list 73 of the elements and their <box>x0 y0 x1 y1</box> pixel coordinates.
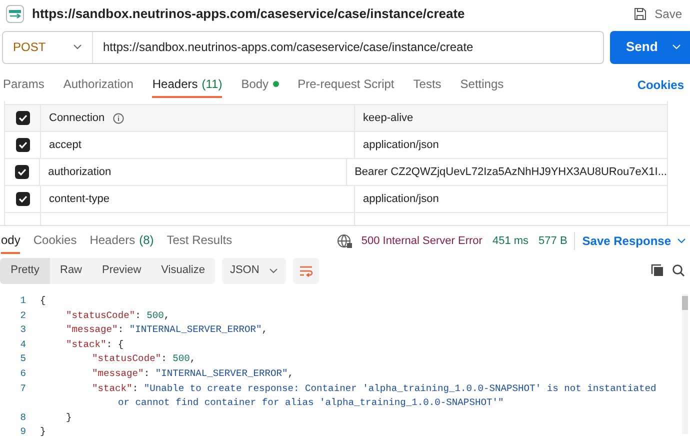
code-line: "stack": "Unable to create response: Container 'alpha_training_1.0.0-SNAPSHOT' is not instantiated <box>92 382 656 396</box>
view-mode-tab[interactable]: Pretty <box>0 258 50 284</box>
cookies-link[interactable]: Cookies <box>637 72 684 98</box>
header-value: keep-alive <box>363 110 414 126</box>
save-response-button[interactable]: Save Response <box>574 232 686 250</box>
code-line: } <box>40 425 46 440</box>
line-number: 2 <box>20 310 26 321</box>
request-title: https://sandbox.neutrinos-apps.com/caseservice/case/instance/create <box>32 5 466 24</box>
request-tab[interactable]: Params <box>3 72 44 98</box>
send-button[interactable]: Send <box>610 30 690 64</box>
header-key: Connection <box>49 110 105 126</box>
code-line: "statusCode": 500, <box>66 308 170 323</box>
checkbox[interactable] <box>16 138 30 152</box>
checkbox[interactable] <box>15 165 30 179</box>
line-number: 7 <box>20 382 26 394</box>
checkmark-icon <box>17 167 28 177</box>
chevron-down-icon <box>73 44 82 50</box>
chevron-down-icon <box>269 268 278 274</box>
chevron-down-icon <box>672 44 681 50</box>
save-button[interactable]: Save <box>632 5 682 23</box>
method-dropdown[interactable]: POST <box>3 32 93 62</box>
checkbox[interactable] <box>16 192 30 206</box>
header-value: application/json <box>363 138 439 153</box>
code-line: } <box>66 410 72 425</box>
request-tab[interactable]: Tests <box>413 72 442 98</box>
checkbox[interactable] <box>16 111 30 125</box>
code-line: or cannot find container for alias 'alpha_training_1.0.0-SNAPSHOT'" <box>118 396 504 410</box>
code-line: { <box>40 294 46 308</box>
view-mode-tab[interactable]: Visualize <box>151 258 215 284</box>
save-icon <box>632 7 647 21</box>
line-number: 6 <box>20 368 26 380</box>
search-icon[interactable] <box>672 264 685 277</box>
scrollbar-thumb[interactable] <box>682 296 688 310</box>
code-line: "stack": { <box>66 338 124 352</box>
copy-icon[interactable] <box>651 264 664 277</box>
header-key: content-type <box>49 190 110 208</box>
line-number: 9 <box>20 426 26 438</box>
header-key: accept <box>49 136 82 154</box>
line-number: 5 <box>20 353 26 364</box>
checkmark-icon <box>18 194 28 204</box>
checkmark-icon <box>18 113 28 123</box>
wrap-lines-button[interactable] <box>293 258 320 284</box>
format-dropdown[interactable]: JSON <box>222 258 286 284</box>
wrap-lines-icon <box>299 264 314 276</box>
code-line: "message": "INTERNAL_SERVER_ERROR", <box>92 367 294 382</box>
line-number: 4 <box>20 338 26 350</box>
globe-lock-icon <box>337 234 354 248</box>
response-tab[interactable]: Cookies <box>33 228 77 254</box>
response-time: 451 ms <box>492 234 529 249</box>
request-tab[interactable]: Body <box>241 72 279 98</box>
code-line: "message": "INTERNAL_SERVER_ERROR", <box>66 323 268 338</box>
header-value: application/json <box>363 192 439 207</box>
header-key: authorization <box>48 164 112 180</box>
chevron-down-icon <box>677 238 686 244</box>
code-line: "statusCode": 500, <box>92 352 196 366</box>
response-tab[interactable]: ody <box>1 228 20 254</box>
url-field[interactable]: https://sandbox.neutrinos-apps.com/caseservice/case/instance/create <box>93 38 474 56</box>
header-value: Bearer CZ2QWZjqUevL72Iza5AzNhHJ9YHX3AU8URou7eX1I... <box>354 164 667 180</box>
request-tab[interactable]: Settings <box>460 72 504 98</box>
line-number: 3 <box>20 324 26 336</box>
request-tab[interactable]: Pre-request Script <box>298 72 394 98</box>
response-tab[interactable]: Headers (8) <box>90 228 154 254</box>
line-number: 8 <box>20 412 26 423</box>
request-tab[interactable]: Authorization <box>63 72 134 98</box>
view-mode-tab[interactable]: Raw <box>50 258 92 284</box>
response-tab[interactable]: Test Results <box>166 228 232 254</box>
view-mode-tab[interactable]: Preview <box>92 258 152 284</box>
response-size: 577 B <box>538 234 568 249</box>
checkmark-icon <box>18 140 28 150</box>
status-code: 500 Internal Server Error <box>361 234 482 249</box>
line-number: 1 <box>20 295 26 306</box>
request-tab[interactable]: Headers (11) <box>152 72 222 98</box>
info-icon <box>112 112 124 124</box>
